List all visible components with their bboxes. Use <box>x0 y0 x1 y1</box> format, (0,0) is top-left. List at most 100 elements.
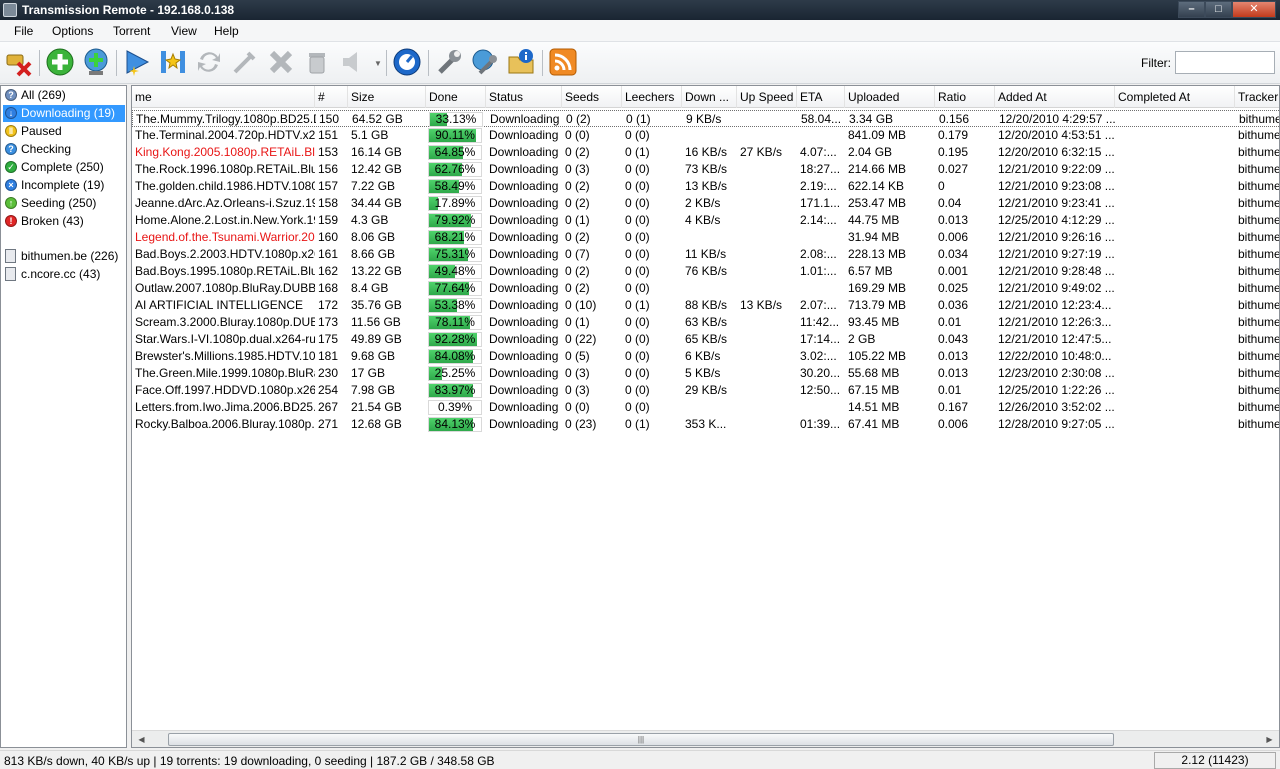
menu-view[interactable]: View <box>171 24 197 38</box>
column-header-size[interactable]: Size <box>348 86 426 108</box>
close-button[interactable]: ✕ <box>1232 1 1276 18</box>
minimize-button[interactable]: – <box>1178 1 1205 18</box>
table-row[interactable]: The.golden.child.1986.HDTV.1080... 157 7.2… <box>132 178 1279 195</box>
column-header-done[interactable]: Done <box>426 86 486 108</box>
state-icon: ↓ <box>5 107 17 119</box>
cell-size: 8.66 GB <box>351 247 396 261</box>
column-header-uploaded[interactable]: Uploaded <box>845 86 935 108</box>
remove-icon[interactable] <box>266 47 296 77</box>
state-filter-item[interactable]: × Incomplete (19) <box>3 177 125 194</box>
column-header-name[interactable]: me <box>132 86 315 108</box>
table-row[interactable]: Legend.of.the.Tsunami.Warrior.200... 160 8… <box>132 229 1279 246</box>
cell-leechers: 0 (0) <box>625 281 650 295</box>
cell-seeds: 0 (22) <box>565 332 597 346</box>
disconnect-icon[interactable] <box>4 47 34 77</box>
table-row[interactable]: The.Terminal.2004.720p.HDTV.x2... 151 5.1 … <box>132 127 1279 144</box>
cell-status: Downloading <box>489 145 559 159</box>
table-row[interactable]: Home.Alone.2.Lost.in.New.York.19... 159 4.… <box>132 212 1279 229</box>
maximize-button[interactable]: □ <box>1205 1 1232 18</box>
column-header-eta[interactable]: ETA <box>797 86 845 108</box>
table-row[interactable]: Rocky.Balboa.2006.Bluray.1080p.... 271 12.… <box>132 416 1279 433</box>
state-filter-label: Paused <box>21 124 62 138</box>
column-header-number[interactable]: # <box>315 86 348 108</box>
table-row[interactable]: Jeanne.dArc.Az.Orleans-i.Szuz.199...158 3… <box>132 195 1279 212</box>
column-header-added-at[interactable]: Added At <box>995 86 1115 108</box>
tracker-filter-item[interactable]: bithumen.be (226) <box>3 248 125 265</box>
speed-icon[interactable] <box>392 47 422 77</box>
cell-tracker: bithumen <box>1238 366 1279 380</box>
torrent-options-icon[interactable] <box>470 47 500 77</box>
table-row[interactable]: Bad.Boys.1995.1080p.RETAiL.Blu... 162 13.2… <box>132 263 1279 280</box>
cell-ratio: 0.013 <box>938 213 969 227</box>
speaker-dropdown-icon[interactable]: ▼ <box>374 59 382 68</box>
column-header-completed-at[interactable]: Completed At <box>1115 86 1235 108</box>
column-header-leechers[interactable]: Leechers <box>622 86 682 108</box>
cell-number: 173 <box>318 315 339 329</box>
tracker-filter-item[interactable]: c.ncore.cc (43) <box>3 266 125 283</box>
cell-down-speed: 11 KB/s <box>685 247 727 261</box>
scroll-right-button[interactable]: ▶ <box>1261 732 1278 747</box>
progress-bar: 90.11% <box>428 128 482 143</box>
state-filter-item[interactable]: ↑ Seeding (250) <box>3 195 125 212</box>
state-filter-item[interactable]: ? Checking <box>3 141 125 158</box>
cell-number: 159 <box>318 213 339 227</box>
info-icon[interactable] <box>506 47 536 77</box>
filter-input[interactable] <box>1175 51 1275 74</box>
cell-up-speed <box>737 331 797 348</box>
start-icon[interactable] <box>122 47 152 77</box>
status-text: 813 KB/s down, 40 KB/s up | 19 torrents:… <box>4 754 495 768</box>
cell-up-speed: 27 KB/s <box>740 145 783 159</box>
cell-number: 172 <box>318 298 339 312</box>
trash-icon[interactable] <box>302 47 332 77</box>
options-icon[interactable] <box>434 47 464 77</box>
table-row[interactable]: The.Green.Mile.1999.1080p.BluRa... 230 17 … <box>132 365 1279 382</box>
cell-added-at: 12/21/2010 9:23:41 ... <box>998 196 1115 210</box>
cell-name: Bad.Boys.1995.1080p.RETAiL.Blu... <box>135 264 315 278</box>
cell-up-speed <box>737 399 797 416</box>
speaker-icon[interactable] <box>338 47 368 77</box>
menu-help[interactable]: Help <box>214 24 239 38</box>
table-row[interactable]: The.Rock.1996.1080p.RETAiL.Blu... 156 12.4… <box>132 161 1279 178</box>
table-row[interactable]: Star.Wars.I-VI.1080p.dual.x264-run... 175… <box>132 331 1279 348</box>
state-filter-item[interactable]: ↓ Downloading (19) <box>3 105 125 122</box>
state-filter-item[interactable]: ‖ Paused <box>3 123 125 140</box>
reannounce-icon[interactable] <box>194 47 224 77</box>
column-header-status[interactable]: Status <box>486 86 562 108</box>
cell-completed-at <box>1115 246 1235 263</box>
state-filter-item[interactable]: ? All (269) <box>3 87 125 104</box>
add-url-icon[interactable] <box>81 47 111 77</box>
cell-seeds: 0 (3) <box>565 366 590 380</box>
add-torrent-icon[interactable] <box>45 47 75 77</box>
column-header-down-speed[interactable]: Down ... <box>682 86 737 108</box>
rss-icon[interactable] <box>548 47 578 77</box>
cell-leechers: 0 (0) <box>625 230 650 244</box>
table-row[interactable]: Face.Off.1997.HDDVD.1080p.x26... 254 7.98 … <box>132 382 1279 399</box>
menu-torrent[interactable]: Torrent <box>113 24 150 38</box>
scroll-left-button[interactable]: ◀ <box>133 732 150 747</box>
table-row[interactable]: The.Mummy.Trilogy.1080p.BD25.D... 150 64.5… <box>132 110 1279 127</box>
menu-options[interactable]: Options <box>52 24 93 38</box>
table-row[interactable]: Bad.Boys.2.2003.HDTV.1080p.x26... 161 8.66… <box>132 246 1279 263</box>
table-row[interactable]: Letters.from.Iwo.Jima.2006.BD25.B... 267 2… <box>132 399 1279 416</box>
cell-number: 230 <box>318 366 339 380</box>
state-filter-item[interactable]: ! Broken (43) <box>3 213 125 230</box>
state-filter-item[interactable]: ✓ Complete (250) <box>3 159 125 176</box>
verify-icon[interactable] <box>230 47 260 77</box>
scroll-thumb[interactable]: ||| <box>168 733 1114 746</box>
table-row[interactable]: AI ARTIFICIAL INTELLIGENCE 172 35.76 GB 53.… <box>132 297 1279 314</box>
column-header-ratio[interactable]: Ratio <box>935 86 995 108</box>
cell-number: 271 <box>318 417 339 431</box>
cell-tracker: bithumen <box>1238 264 1279 278</box>
column-header-tracker[interactable]: Tracker <box>1235 86 1279 108</box>
column-header-up-speed[interactable]: Up Speed <box>737 86 797 108</box>
column-header-seeds[interactable]: Seeds <box>562 86 622 108</box>
menu-file[interactable]: File <box>14 24 33 38</box>
table-row[interactable]: Scream.3.2000.Bluray.1080p.DUB... 173 11.5… <box>132 314 1279 331</box>
table-row[interactable]: King.Kong.2005.1080p.RETAiL.Blu... 153 16.… <box>132 144 1279 161</box>
start-all-icon[interactable] <box>158 47 188 77</box>
table-row[interactable]: Outlaw.2007.1080p.BluRay.DUBB... 168 8.4 G… <box>132 280 1279 297</box>
horizontal-scrollbar[interactable]: ◀ ||| ▶ <box>132 730 1279 747</box>
progress-text: 83.97% <box>434 383 476 397</box>
cell-completed-at <box>1115 348 1235 365</box>
table-row[interactable]: Brewster's.Millions.1985.HDTV.108... 181 9… <box>132 348 1279 365</box>
